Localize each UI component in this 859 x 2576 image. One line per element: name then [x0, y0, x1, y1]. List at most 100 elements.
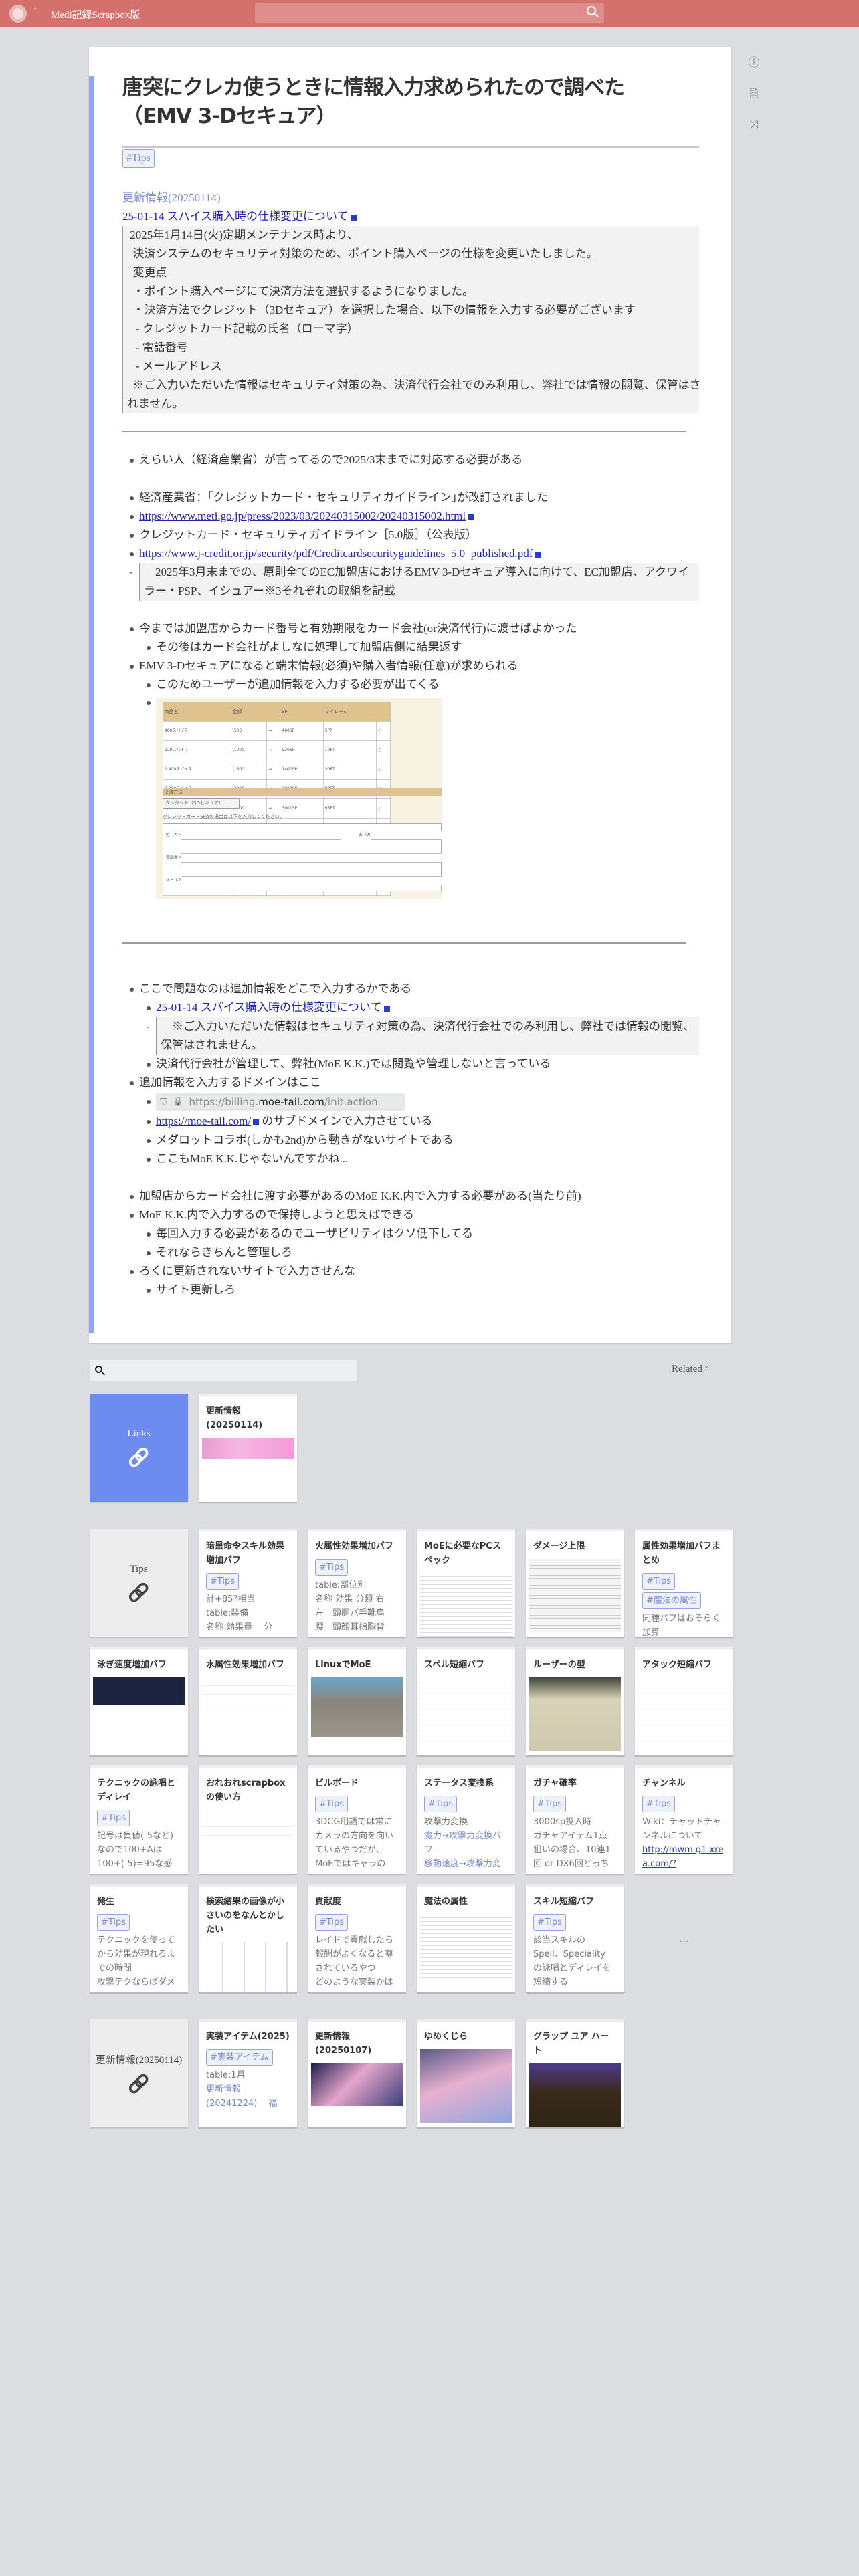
card-link[interactable]: フ	[424, 1843, 508, 1857]
more-button[interactable]: ...	[635, 1884, 733, 1992]
external-link[interactable]: https://www.j-credit.or.jp/security/pdf/…	[139, 547, 533, 560]
related-group-header[interactable]: Tips 🔗	[90, 1529, 188, 1637]
tag-tips[interactable]: #Tips	[122, 149, 155, 168]
related-card[interactable]: ダメージ上限	[526, 1529, 624, 1637]
related-card[interactable]: 更新情報(20250107)	[308, 2019, 406, 2127]
card-thumbnail	[202, 1942, 294, 1992]
item-text: 追加情報を入力するドメインはここ	[139, 1076, 321, 1089]
related-card[interactable]: 実装アイテム(2025) #実装アイテム table:1月 更新情報 (20241224…	[199, 2019, 297, 2127]
card-title: スキル短縮バフ	[533, 1897, 595, 1907]
card-tag[interactable]: #魔法の属性	[642, 1592, 701, 1609]
card-title: おれおれscrapboxの使い方	[206, 1778, 286, 1802]
update-page-link[interactable]: 更新情報(20250114)	[122, 189, 699, 207]
card-tag[interactable]: #実装アイテム	[206, 2049, 273, 2066]
card-text: Spell、Speciality	[533, 1949, 605, 1959]
related-card[interactable]: ガチャ確率 #Tips 3000sp投入時 ガチャアイテム1点 狙いの場合、10連1 回 …	[526, 1765, 624, 1874]
divider	[122, 431, 686, 432]
list-item	[122, 601, 699, 619]
related-card[interactable]: 更新情報(20250114)	[199, 1394, 297, 1502]
search-icon[interactable]	[587, 6, 596, 15]
card-tag[interactable]: #Tips	[206, 1573, 240, 1590]
related-card[interactable]: おれおれscrapboxの使い方	[199, 1765, 297, 1874]
chevron-down-icon: ˅	[704, 1365, 709, 1374]
related-card[interactable]: テクニックの詠唱とディレイ #Tips 記号は負値(-5など) なので100+Aは 10…	[90, 1765, 188, 1874]
card-tag[interactable]: #Tips	[642, 1573, 676, 1590]
related-card[interactable]: 発生 #Tips テクニックを使って から効果が現れるま での時間 攻撃テクならばダメ	[90, 1884, 188, 1992]
card-tag[interactable]: #Tips	[315, 1796, 349, 1812]
scrapbox-logo-icon[interactable]	[9, 5, 27, 23]
radio-icon: ○	[376, 740, 391, 760]
list-item: それならきちんと管理しろ	[122, 1243, 699, 1262]
card-tag[interactable]: #Tips	[97, 1914, 130, 1931]
update-external-link[interactable]: 25-01-14 スパイス購入時の仕様変更について	[122, 210, 349, 223]
url-text: https://billing.moe-tail.com/init.action	[189, 1093, 377, 1111]
card-text: 100+(-5)=95な感	[97, 1859, 173, 1869]
related-card[interactable]: チャンネル #Tips Wiki：チャットチャ ンネルについて http://mwm.g…	[635, 1765, 733, 1874]
list-item: ここもMoE K.K.じゃないんですかね...	[122, 1150, 699, 1168]
card-link[interactable]: 移動速度→攻撃力変	[424, 1857, 508, 1871]
related-card[interactable]: 泳ぎ速度増加バフ	[90, 1647, 188, 1755]
related-card[interactable]: LinuxでMoE	[308, 1647, 406, 1755]
related-card[interactable]: 属性効果増加バフまとめ #Tips #魔法の属性 同種バフはおそらく 加算	[635, 1529, 733, 1637]
card-title: 更新情報(20250107)	[315, 2032, 372, 2056]
related-card[interactable]: MoEに必要なPCスペック	[417, 1529, 515, 1637]
bullet-icon	[130, 665, 134, 669]
related-card[interactable]: 水属性効果増加バフ	[199, 1647, 297, 1755]
item-text: それならきちんと管理しろ	[156, 1246, 292, 1259]
related-sort-dropdown[interactable]: Related ˅	[672, 1364, 708, 1375]
quote-marker: -	[129, 566, 133, 578]
related-card[interactable]: ビルボード #Tips 3DCG用語では常に カメラの方向を向い ているやつだが、 MoE…	[308, 1765, 406, 1874]
external-link[interactable]: 25-01-14 スパイス購入時の仕様変更について	[156, 1001, 382, 1014]
card-text: 攻撃力変換	[424, 1817, 468, 1827]
card-tag[interactable]: #Tips	[97, 1810, 130, 1826]
card-link[interactable]: http://mwm.g1.xrea.com/?	[642, 1843, 726, 1871]
related-card[interactable]: アタック短縮バフ	[635, 1647, 733, 1755]
item-text: 今までは加盟店からカード番号と有効期限をカード会社(or決済代行)に渡せばよかっ…	[139, 622, 577, 635]
list-item: - 2025年3月末までの、原則全てのEC加盟店におけるEMV 3-Dセキュア導…	[122, 563, 699, 601]
card-tag[interactable]: #Tips	[533, 1914, 567, 1931]
info-icon[interactable]: ⓘ	[747, 56, 761, 70]
related-card[interactable]: 貢献度 #Tips レイドで貢献したら 報酬がよくなると噂 されているやつ どのような実装…	[308, 1884, 406, 1992]
card-tag[interactable]: #Tips	[424, 1796, 458, 1812]
form-field-input	[371, 831, 442, 840]
table-row: 1,400スパイス \1500 → 1400SP 30PT ○	[163, 760, 391, 780]
item-text: えらい人（経済産業省）が言ってるので2025/3末までに対応する必要がある	[139, 453, 523, 466]
list-item: このためユーザーが追加情報を入力する必要が出てくる	[122, 675, 699, 694]
related-card[interactable]: ゆめくじら	[417, 2019, 515, 2127]
table-cell: 1400SP	[280, 760, 324, 780]
table-header: 金額	[231, 702, 267, 722]
card-link[interactable]: (20241224) 福	[206, 2097, 290, 2111]
card-tag[interactable]: #Tips	[642, 1796, 676, 1812]
shuffle-icon[interactable]: ⤨	[747, 118, 761, 132]
related-card[interactable]: スペル短縮バフ	[417, 1647, 515, 1755]
related-card[interactable]: グラップ ユア ハート	[526, 2019, 624, 2127]
related-group-header[interactable]: 更新情報(20250114) 🔗	[90, 2019, 188, 2127]
search-input[interactable]	[255, 3, 604, 23]
external-link[interactable]: https://www.meti.go.jp/press/2023/03/202…	[139, 510, 466, 522]
chevron-down-icon[interactable]: ˅	[33, 8, 37, 15]
related-card[interactable]: 魔法の属性	[417, 1884, 515, 1992]
card-tag[interactable]: #Tips	[533, 1796, 567, 1812]
bullet-icon	[130, 1081, 134, 1085]
radio-icon: ○	[376, 798, 391, 819]
related-card[interactable]: ステータス変換系 #Tips 攻撃力変換 魔力→攻撃力変換バフ移動速度→攻撃力変	[417, 1765, 515, 1874]
card-text: 3000sp投入時	[533, 1817, 592, 1827]
related-card[interactable]: 検索結果の画像が小さいのをなんとかしたい	[199, 1884, 297, 1992]
related-search-input[interactable]	[90, 1360, 357, 1381]
project-name[interactable]: Medi記録Scrapbox版	[51, 7, 140, 21]
related-card[interactable]: 暗黒命令スキル効果増加バフ #Tips 計+85?相当 table:装備 名称 効果量 …	[199, 1529, 297, 1637]
page-icon[interactable]: 🗎	[747, 87, 761, 102]
related-group-header[interactable]: Links 🔗	[90, 1394, 188, 1502]
content-list: えらい人（経済産業省）が言ってるので2025/3末までに対応する必要がある 経済産…	[122, 451, 699, 1299]
external-link[interactable]: https://moe-tail.com/	[156, 1115, 251, 1128]
sort-label: Related	[672, 1364, 702, 1374]
card-tag[interactable]: #Tips	[315, 1914, 349, 1931]
related-card[interactable]: スキル短縮バフ #Tips 該当スキルの Spell、Speciality の詠唱とディ…	[526, 1884, 624, 1992]
related-card[interactable]: ルーザーの型	[526, 1647, 624, 1755]
bullet-icon	[130, 552, 134, 556]
related-card[interactable]: 火属性効果増加バフ #Tips table:部位別 名称 効果 分類 右左 頭胴パ手靴…	[308, 1529, 406, 1637]
bullet-icon	[130, 1214, 134, 1218]
card-link[interactable]: 更新情報	[206, 2082, 290, 2097]
card-link[interactable]: 魔力→攻撃力変換バ	[424, 1829, 508, 1843]
card-tag[interactable]: #Tips	[315, 1559, 349, 1576]
